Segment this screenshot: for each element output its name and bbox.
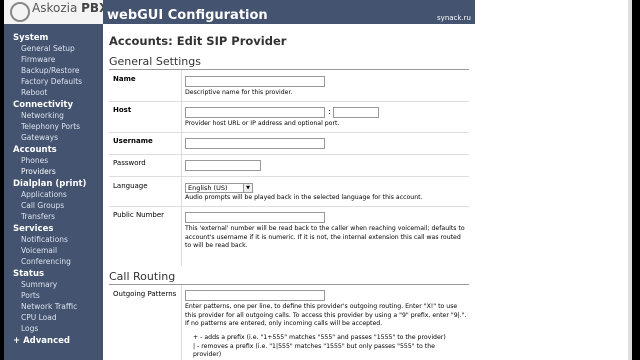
name-input[interactable]: [185, 76, 325, 87]
host-label: Host: [113, 106, 132, 114]
sidebar-item-ports[interactable]: Ports: [21, 291, 40, 300]
row-separator: [109, 206, 469, 207]
row-separator: [109, 176, 469, 177]
public-number-label: Public Number: [113, 211, 165, 219]
outgoing-patterns-help: Enter patterns, one per line, to define …: [185, 303, 467, 327]
public-number-input[interactable]: [185, 212, 325, 223]
sidebar-item-gateways[interactable]: Gateways: [21, 133, 58, 142]
host-port-colon: :: [328, 107, 331, 116]
password-label: Password: [113, 159, 146, 167]
username-input[interactable]: [185, 138, 325, 149]
sidebar-item-voicemail[interactable]: Voicemail: [21, 246, 57, 255]
scroll-shadow: [628, 0, 632, 360]
prefix-remove-bullet: | - removes a prefix (i.e. "1|555" match…: [193, 343, 435, 358]
host-input[interactable]: [185, 107, 325, 118]
sidebar-section-dialplan[interactable]: Dialplan (print): [13, 179, 86, 189]
sidebar-section-system[interactable]: System: [13, 33, 48, 43]
logo-text: Askozia: [32, 1, 78, 15]
sidebar-section-advanced[interactable]: + Advanced: [13, 336, 70, 346]
sidebar-item-transfers[interactable]: Transfers: [21, 212, 55, 221]
sidebar-item-providers[interactable]: Providers: [21, 167, 56, 176]
row-separator: [109, 101, 469, 102]
sidebar-section-status[interactable]: Status: [13, 269, 44, 279]
general-settings-heading: General Settings: [109, 55, 201, 68]
sidebar-item-general-setup[interactable]: General Setup: [21, 44, 75, 53]
header-bar: webGUI Configuration synack.ru: [103, 0, 475, 24]
sidebar-item-cpu-load[interactable]: CPU Load: [21, 313, 57, 322]
username-label: Username: [113, 137, 153, 145]
host-name: synack.ru: [437, 14, 471, 22]
row-separator: [109, 132, 469, 133]
language-label: Language: [113, 182, 148, 190]
sidebar-item-backup-restore[interactable]: Backup/Restore: [21, 66, 79, 75]
sidebar-item-firmware[interactable]: Firmware: [21, 55, 55, 64]
public-number-help: This 'external' number will be read back…: [185, 225, 465, 249]
sidebar-item-notifications[interactable]: Notifications: [21, 235, 68, 244]
page-title: Accounts: Edit SIP Provider: [109, 34, 287, 48]
row-separator: [109, 154, 469, 155]
sidebar-item-factory-defaults[interactable]: Factory Defaults: [21, 77, 82, 86]
label-column-divider: [181, 285, 182, 360]
sidebar-item-call-groups[interactable]: Call Groups: [21, 201, 64, 210]
outgoing-patterns-textarea[interactable]: [185, 290, 325, 301]
outgoing-patterns-label: Outgoing Patterns: [113, 290, 177, 298]
general-settings-rule: [109, 69, 469, 70]
host-help: Provider host URL or IP address and opti…: [185, 120, 340, 127]
chevron-down-icon[interactable]: ▼: [243, 184, 252, 192]
sidebar-section-accounts[interactable]: Accounts: [13, 145, 57, 155]
right-blank-area: [475, 0, 632, 360]
sidebar-section-services[interactable]: Services: [13, 224, 53, 234]
logo: Askozia PBX: [4, 0, 108, 25]
sidebar-item-telephony-ports[interactable]: Telephony Ports: [21, 122, 80, 131]
call-routing-heading: Call Routing: [109, 270, 176, 283]
prefix-add-bullet: + - adds a prefix (i.e. "1+555" matches …: [193, 334, 446, 341]
name-label: Name: [113, 75, 136, 83]
app-title: webGUI Configuration: [107, 8, 268, 23]
language-selected: English (US): [188, 184, 228, 192]
sidebar-item-networking[interactable]: Networking: [21, 111, 64, 120]
sidebar-item-conferencing[interactable]: Conferencing: [21, 257, 71, 266]
name-help: Descriptive name for this provider.: [185, 89, 293, 96]
password-input[interactable]: [185, 160, 261, 171]
language-help: Audio prompts will be played back in the…: [185, 194, 423, 201]
sidebar-item-summary[interactable]: Summary: [21, 280, 57, 289]
label-column-divider: [181, 70, 182, 266]
sidebar-item-phones[interactable]: Phones: [21, 156, 48, 165]
call-routing-rule: [109, 284, 469, 285]
main-content: Accounts: Edit SIP Provider General Sett…: [103, 24, 475, 360]
sidebar-item-logs[interactable]: Logs: [21, 324, 38, 333]
language-select[interactable]: English (US) ▼: [185, 183, 253, 193]
right-black-border: [632, 0, 640, 360]
sidebar-item-reboot[interactable]: Reboot: [21, 88, 47, 97]
logo-icon: [10, 2, 30, 22]
sidebar-item-network-traffic[interactable]: Network Traffic: [21, 302, 77, 311]
sidebar-section-connectivity[interactable]: Connectivity: [13, 100, 73, 110]
port-input[interactable]: [333, 107, 379, 118]
sidebar-item-applications[interactable]: Applications: [21, 190, 67, 199]
sidebar: System General Setup Firmware Backup/Res…: [4, 24, 103, 360]
